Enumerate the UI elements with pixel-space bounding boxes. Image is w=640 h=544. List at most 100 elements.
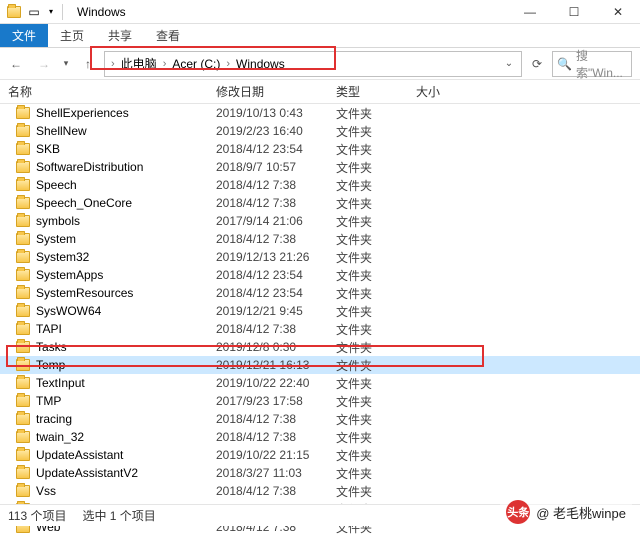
table-row[interactable]: TAPI2018/4/12 7:38文件夹 (0, 320, 640, 338)
table-row[interactable]: SysWOW642019/12/21 9:45文件夹 (0, 302, 640, 320)
up-button[interactable]: ↑ (76, 52, 100, 76)
folder-icon (16, 413, 30, 425)
file-date: 2018/4/12 7:38 (216, 232, 336, 246)
qat-item-icon[interactable]: ▭ (28, 4, 40, 20)
file-type: 文件夹 (336, 483, 416, 500)
folder-icon (16, 467, 30, 479)
file-name: SystemResources (36, 286, 133, 300)
table-row[interactable]: UpdateAssistantV22018/3/27 11:03文件夹 (0, 464, 640, 482)
file-name: Tasks (36, 340, 67, 354)
folder-icon (16, 395, 30, 407)
back-button[interactable]: ← (4, 52, 28, 76)
minimize-button[interactable]: — (508, 0, 552, 24)
file-type: 文件夹 (336, 393, 416, 410)
qat-dropdown-icon[interactable]: ▾ (46, 4, 56, 20)
file-date: 2019/10/22 22:40 (216, 376, 336, 390)
folder-icon (16, 359, 30, 371)
refresh-button[interactable]: ⟳ (526, 53, 548, 75)
file-date: 2018/4/12 7:38 (216, 430, 336, 444)
folder-icon (16, 323, 30, 335)
chevron-right-icon[interactable] (224, 58, 232, 70)
file-type: 文件夹 (336, 339, 416, 356)
ribbon-file-tab[interactable]: 文件 (0, 24, 48, 47)
folder-icon (16, 143, 30, 155)
watermark: 头条 @ 老毛桃winpe (500, 498, 632, 526)
file-date: 2019/10/13 0:43 (216, 106, 336, 120)
file-date: 2018/3/27 11:03 (216, 466, 336, 480)
chevron-right-icon[interactable] (161, 58, 169, 70)
chevron-right-icon[interactable] (109, 58, 117, 70)
file-type: 文件夹 (336, 285, 416, 302)
titlebar-separator (62, 4, 63, 20)
file-date: 2018/4/12 7:38 (216, 196, 336, 210)
breadcrumb-drive[interactable]: Acer (C:) (168, 57, 224, 71)
table-row[interactable]: ShellNew2019/2/23 16:40文件夹 (0, 122, 640, 140)
file-date: 2019/12/8 0:30 (216, 340, 336, 354)
table-row[interactable]: tracing 2018/4/12 7:38文件夹 (0, 410, 640, 428)
column-date[interactable]: 修改日期 (216, 83, 336, 100)
file-list[interactable]: ShellExperiences2019/10/13 0:43文件夹 ShellN… (0, 104, 640, 536)
folder-app-icon (6, 4, 22, 20)
file-date: 2018/4/12 23:54 (216, 286, 336, 300)
folder-icon (16, 215, 30, 227)
file-name: SysWOW64 (36, 304, 101, 318)
table-row[interactable]: symbols2017/9/14 21:06文件夹 (0, 212, 640, 230)
folder-icon (16, 125, 30, 137)
file-type: 文件夹 (336, 465, 416, 482)
folder-icon (16, 305, 30, 317)
ribbon-view-tab[interactable]: 查看 (144, 24, 192, 47)
file-date: 2018/4/12 7:38 (216, 412, 336, 426)
column-type[interactable]: 类型 (336, 83, 416, 100)
ribbon-share-tab[interactable]: 共享 (96, 24, 144, 47)
table-row[interactable]: SoftwareDistribution2018/9/7 10:57文件夹 (0, 158, 640, 176)
breadcrumb-this-pc[interactable]: 此电脑 (117, 55, 161, 72)
table-row[interactable]: Speech_OneCore2018/4/12 7:38文件夹 (0, 194, 640, 212)
maximize-button[interactable]: ☐ (552, 0, 596, 24)
file-name: Vss (36, 484, 56, 498)
forward-button[interactable]: → (32, 52, 56, 76)
file-name: symbols (36, 214, 80, 228)
file-type: 文件夹 (336, 375, 416, 392)
search-input[interactable]: 🔍 搜索"Win... (552, 51, 632, 77)
table-row[interactable]: twain_322018/4/12 7:38文件夹 (0, 428, 640, 446)
file-name: UpdateAssistant (36, 448, 123, 462)
file-date: 2018/4/12 23:54 (216, 142, 336, 156)
ribbon-home-tab[interactable]: 主页 (48, 24, 96, 47)
folder-icon (16, 431, 30, 443)
file-type: 文件夹 (336, 231, 416, 248)
address-bar[interactable]: 此电脑 Acer (C:) Windows ⌄ (104, 51, 522, 77)
table-row[interactable]: UpdateAssistant2019/10/22 21:15文件夹 (0, 446, 640, 464)
watermark-text: @ 老毛桃winpe (536, 503, 626, 522)
search-placeholder: 搜索"Win... (576, 47, 627, 81)
table-row[interactable]: System 2018/4/12 7:38文件夹 (0, 230, 640, 248)
file-name: tracing (36, 412, 72, 426)
file-date: 2019/2/23 16:40 (216, 124, 336, 138)
table-row[interactable]: System322019/12/13 21:26文件夹 (0, 248, 640, 266)
column-name[interactable]: 名称 (0, 83, 216, 100)
table-row[interactable]: TextInput2019/10/22 22:40文件夹 (0, 374, 640, 392)
column-size[interactable]: 大小 (416, 83, 516, 100)
folder-icon (16, 107, 30, 119)
table-row[interactable]: SystemResources 2018/4/12 23:54文件夹 (0, 284, 640, 302)
file-name: ShellNew (36, 124, 87, 138)
window-title: Windows (77, 5, 126, 19)
file-date: 2019/10/22 21:15 (216, 448, 336, 462)
table-row[interactable]: SystemApps2018/4/12 23:54文件夹 (0, 266, 640, 284)
close-button[interactable]: ✕ (596, 0, 640, 24)
recent-dropdown-icon[interactable]: ▾ (60, 52, 72, 76)
table-row[interactable]: Temp2019/12/21 16:13文件夹 (0, 356, 640, 374)
table-row[interactable]: Tasks 2019/12/8 0:30文件夹 (0, 338, 640, 356)
file-name: System (36, 232, 76, 246)
table-row[interactable]: Speech2018/4/12 7:38文件夹 (0, 176, 640, 194)
breadcrumb-folder[interactable]: Windows (232, 57, 289, 71)
file-type: 文件夹 (336, 411, 416, 428)
file-name: Speech_OneCore (36, 196, 132, 210)
table-row[interactable]: TMP2017/9/23 17:58文件夹 (0, 392, 640, 410)
folder-icon (16, 485, 30, 497)
file-type: 文件夹 (336, 303, 416, 320)
address-history-dropdown[interactable]: ⌄ (501, 58, 517, 69)
table-row[interactable]: ShellExperiences2019/10/13 0:43文件夹 (0, 104, 640, 122)
file-name: TAPI (36, 322, 62, 336)
table-row[interactable]: SKB2018/4/12 23:54文件夹 (0, 140, 640, 158)
file-date: 2018/4/12 7:38 (216, 484, 336, 498)
